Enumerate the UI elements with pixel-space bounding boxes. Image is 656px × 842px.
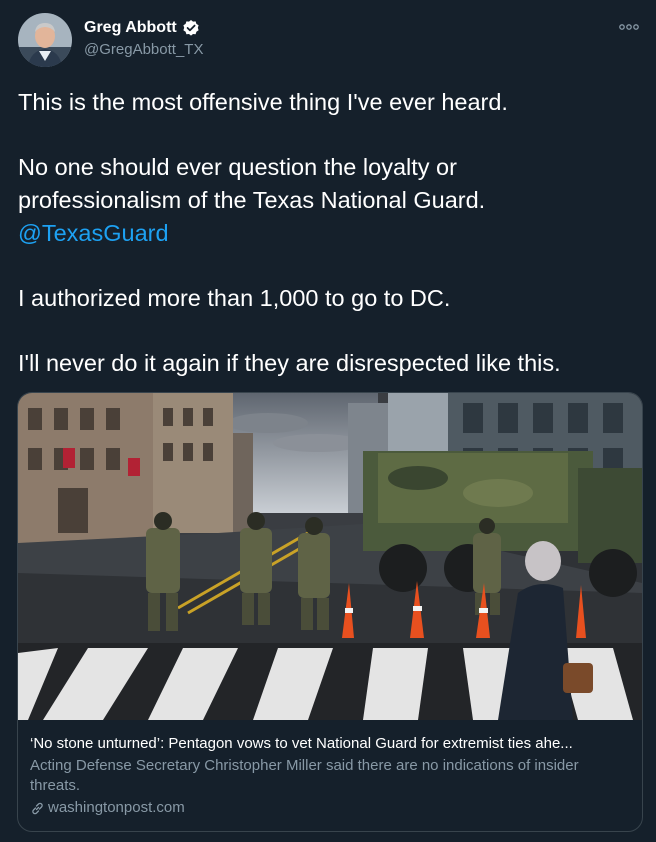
author-handle[interactable]: @GregAbbott_TX [84,41,203,58]
tweet-line: This is the most offensive thing I've ev… [18,89,508,115]
tweet-line: professionalism of the Texas National Gu… [18,187,486,213]
tweet-text: This is the most offensive thing I've ev… [18,86,638,380]
tweet-line: I'll never do it again if they are disre… [18,350,561,376]
card-info[interactable]: ‘No stone unturned’: Pentagon vows to ve… [30,734,632,818]
card-domain-text[interactable]: washingtonpost.com [48,798,185,818]
card-description: Acting Defense Secretary Christopher Mil… [30,757,579,794]
tweet: Greg Abbott @GregAbbott_TX This is the m… [0,0,656,842]
link-icon [30,801,45,816]
author-block: Greg Abbott @GregAbbott_TX [84,18,203,58]
tweet-line: No one should ever question the loyalty … [18,154,457,180]
more-options-icon[interactable] [618,20,640,34]
card-title[interactable]: ‘No stone unturned’: Pentagon vows to ve… [30,734,632,754]
verified-badge-icon [182,19,200,37]
card-domain[interactable]: washingtonpost.com [30,798,632,818]
link-card[interactable]: ‘No stone unturned’: Pentagon vows to ve… [17,392,643,832]
tweet-line: I authorized more than 1,000 to go to DC… [18,285,451,311]
card-image[interactable] [18,393,642,720]
mention-link[interactable]: @TexasGuard [18,220,169,246]
avatar[interactable] [18,13,72,67]
author-name[interactable]: Greg Abbott [84,19,177,37]
